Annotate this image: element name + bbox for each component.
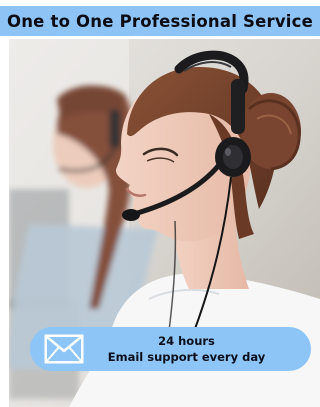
badge-line-hours: 24 hours	[158, 334, 215, 348]
promo-card: One to One Professional Service 24 hours…	[0, 0, 320, 407]
title-banner: One to One Professional Service	[0, 6, 320, 36]
email-support-badge: 24 hours Email support every day	[30, 327, 311, 371]
email-support-text: 24 hours Email support every day	[84, 333, 289, 365]
banner-title: One to One Professional Service	[6, 11, 314, 31]
badge-line-email-support: Email support every day	[107, 350, 266, 364]
mail-icon	[44, 334, 84, 364]
